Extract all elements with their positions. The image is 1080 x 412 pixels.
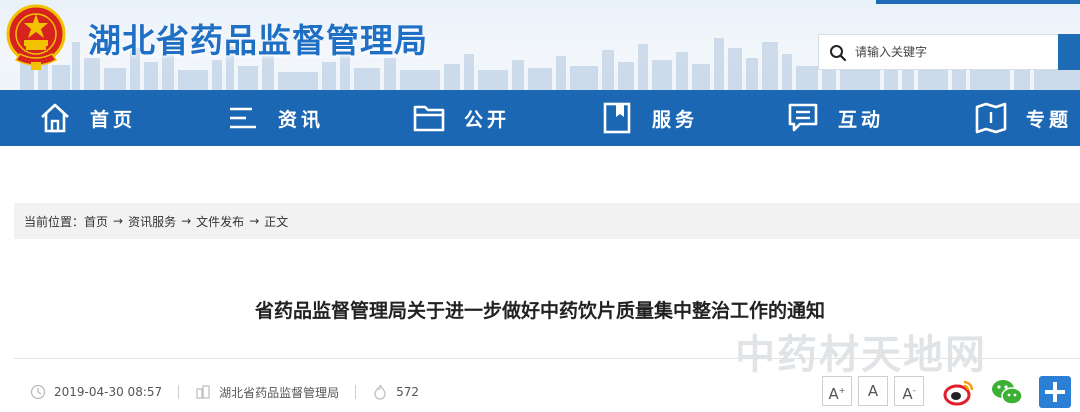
weibo-icon[interactable] (942, 376, 976, 408)
search-input[interactable] (855, 41, 1055, 63)
watermark: 中药材天地网 (735, 332, 987, 378)
article-meta: 2019-04-30 08:57 湖北省药品监督管理局 572 (30, 380, 419, 404)
site-title[interactable]: 湖北省药品监督管理局 (88, 14, 428, 62)
article-title: 省药品监督管理局关于进一步做好中药饮片质量集中整治工作的通知 (254, 300, 825, 322)
article-views: 572 (396, 385, 420, 399)
nav-label: 资讯 (278, 108, 325, 131)
font-reset-label: A (867, 382, 879, 400)
national-emblem-logo (6, 4, 66, 70)
font-decrease-label: A (902, 385, 913, 403)
title-divider (14, 358, 1080, 359)
main-nav: 首页 资讯 公开 服务 互动 专题 (0, 90, 1080, 146)
breadcrumb-separator: → (249, 214, 260, 228)
nav-label: 专题 (1026, 108, 1073, 131)
list-icon (230, 107, 256, 129)
nav-item-services[interactable]: 服务 (600, 90, 698, 146)
search-box (818, 34, 1060, 70)
nav-item-interact[interactable]: 互动 (786, 90, 884, 146)
wechat-icon[interactable] (990, 376, 1024, 408)
font-increase-button[interactable]: A+ (822, 376, 852, 406)
nav-item-topics[interactable]: 专题 (974, 90, 1072, 146)
meta-separator (178, 385, 180, 399)
flame-icon (374, 384, 386, 400)
header-banner: 湖北省药品监督管理局 (0, 0, 1080, 90)
nav-item-news[interactable]: 资讯 (226, 90, 324, 146)
breadcrumb-prefix: 当前位置： (24, 214, 85, 229)
chat-icon (788, 103, 818, 132)
folder-icon (413, 105, 445, 132)
bookmark-icon (603, 102, 631, 134)
font-decrease-button[interactable]: A- (894, 376, 924, 406)
meta-separator (355, 385, 357, 399)
breadcrumb: 当前位置： 首页 → 资讯服务 → 文件发布 → 正文 (14, 203, 1080, 239)
book-icon (975, 102, 1007, 134)
nav-label: 服务 (652, 108, 699, 131)
search-button[interactable] (1058, 34, 1080, 70)
clock-icon (30, 384, 46, 400)
nav-label: 首页 (90, 108, 137, 131)
page: 湖北省药品监督管理局 首页 资讯 (0, 0, 1080, 412)
nav-item-public[interactable]: 公开 (412, 90, 510, 146)
organization-icon (196, 385, 210, 399)
breadcrumb-current: 正文 (264, 214, 289, 229)
home-icon (41, 103, 69, 133)
article-source: 湖北省药品监督管理局 (219, 385, 340, 400)
font-reset-button[interactable]: A (858, 376, 888, 406)
nav-item-home[interactable]: 首页 (38, 90, 136, 146)
plus-icon[interactable] (1038, 376, 1072, 408)
nav-label: 公开 (464, 108, 511, 131)
article-date: 2019-04-30 08:57 (54, 385, 163, 399)
nav-label: 互动 (838, 108, 885, 131)
breadcrumb-separator: → (113, 214, 124, 228)
breadcrumb-separator: → (181, 214, 192, 228)
breadcrumb-news-services[interactable]: 资讯服务 (128, 213, 176, 230)
font-increase-label: A (828, 385, 839, 403)
breadcrumb-documents[interactable]: 文件发布 (196, 213, 244, 230)
top-accent-bar (876, 0, 1080, 4)
breadcrumb-home[interactable]: 首页 (84, 213, 108, 230)
search-icon[interactable] (829, 44, 847, 62)
